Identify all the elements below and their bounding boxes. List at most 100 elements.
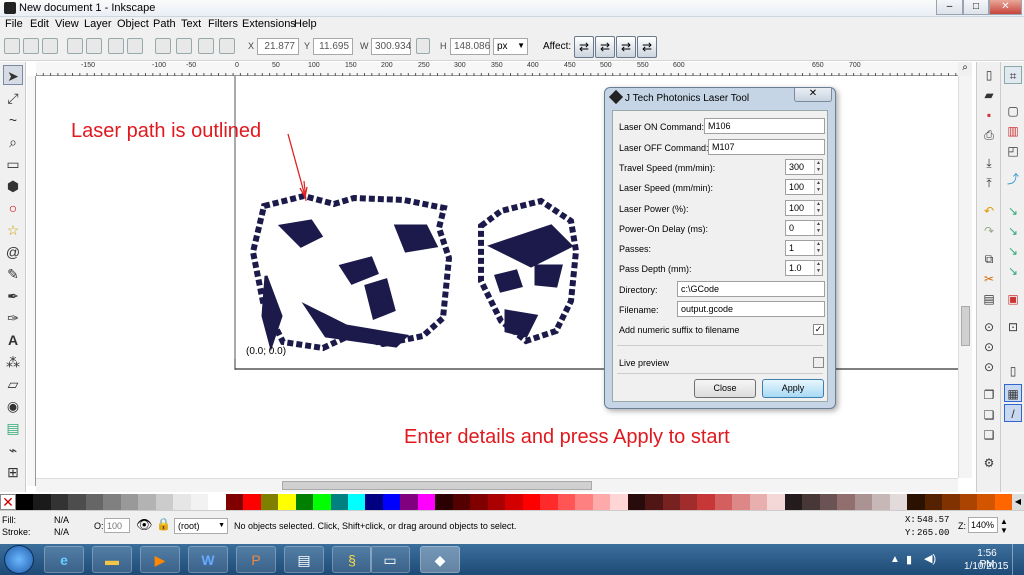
eraser-tool-icon[interactable]: ▱	[3, 374, 23, 394]
powerpoint-taskbar-icon[interactable]: P	[236, 546, 276, 573]
pencil-tool-icon[interactable]: ✎	[3, 264, 23, 284]
live-preview-checkbox[interactable]	[813, 357, 824, 368]
spin-arrows-icon[interactable]: ▲ ▼	[814, 261, 822, 275]
connector-tool-icon[interactable]: ⊞	[3, 462, 23, 482]
color-swatch[interactable]	[365, 494, 384, 510]
snap-paths-icon[interactable]: ↘	[1004, 202, 1022, 220]
color-swatch[interactable]	[714, 494, 733, 510]
suffix-checkbox[interactable]: ✓	[813, 324, 824, 335]
color-swatch[interactable]	[103, 494, 122, 510]
color-swatch[interactable]	[278, 494, 297, 510]
flip-vertical-icon[interactable]	[127, 38, 143, 54]
color-swatch[interactable]	[924, 494, 943, 510]
lower-icon[interactable]	[198, 38, 214, 54]
menu-object[interactable]: Object	[117, 18, 149, 30]
snap-page-icon[interactable]: ▯	[1004, 362, 1022, 380]
color-swatch[interactable]	[260, 494, 279, 510]
snap-midpoints-icon[interactable]: ▣	[1004, 290, 1022, 308]
laser-power-spinbox[interactable]: 100 ▲ ▼	[785, 200, 823, 216]
clock-date[interactable]: 1/10/2015	[964, 561, 1009, 572]
color-swatch[interactable]	[837, 494, 856, 510]
color-swatch[interactable]	[435, 494, 454, 510]
menu-help[interactable]: Help	[294, 18, 317, 30]
color-swatch[interactable]	[959, 494, 978, 510]
color-swatch[interactable]	[872, 494, 891, 510]
zoom-tool-icon[interactable]: ⌕	[3, 132, 23, 152]
snap-bbox-corner-icon[interactable]: ◰	[1004, 142, 1022, 160]
horizontal-scroll-thumb[interactable]	[282, 481, 592, 490]
dropper-tool-icon[interactable]: ⌁	[3, 440, 23, 460]
color-swatch[interactable]	[50, 494, 69, 510]
color-swatch[interactable]	[313, 494, 332, 510]
snap-nodes-icon[interactable]: ⤴	[1004, 170, 1022, 188]
laser-speed-spinbox[interactable]: 100 ▲ ▼	[785, 179, 823, 195]
pen-tool-icon[interactable]: ✒	[3, 286, 23, 306]
travel-speed-spinbox[interactable]: 300 ▲ ▼	[785, 159, 823, 175]
color-swatch[interactable]	[977, 494, 996, 510]
xml-editor-icon[interactable]: ⚙	[980, 454, 998, 472]
spray-tool-icon[interactable]: ⁂	[3, 352, 23, 372]
w-input[interactable]: 300.934	[371, 38, 411, 55]
color-swatch[interactable]	[138, 494, 157, 510]
lock-layer-icon[interactable]: 🔒	[156, 517, 171, 531]
explorer-taskbar-icon[interactable]: ▬	[92, 546, 132, 573]
x-input[interactable]: 21.877	[257, 38, 299, 55]
copy-icon[interactable]: ⧉	[980, 250, 998, 268]
zoom-spin-icon[interactable]: ▲ ▼	[1000, 517, 1008, 535]
color-swatch[interactable]	[942, 494, 961, 510]
dialog-close-icon[interactable]: ✕	[794, 88, 832, 102]
visibility-eye-icon[interactable]: 👁	[136, 517, 153, 533]
snap-smooth-icon[interactable]: ↘	[1004, 262, 1022, 280]
ellipse-tool-icon[interactable]: ○	[3, 198, 23, 218]
menu-path[interactable]: Path	[153, 18, 176, 30]
raise-icon[interactable]	[176, 38, 192, 54]
color-swatch[interactable]	[557, 494, 576, 510]
menu-view[interactable]: View	[55, 18, 79, 30]
color-swatch[interactable]	[382, 494, 401, 510]
app-taskbar-icon[interactable]: ▤	[284, 546, 324, 573]
color-swatch[interactable]	[645, 494, 664, 510]
color-swatch[interactable]	[592, 494, 611, 510]
pass-depth-spinbox[interactable]: 1.0 ▲ ▼	[785, 260, 823, 276]
paste-icon[interactable]: ▤	[980, 290, 998, 308]
lock-icon[interactable]	[416, 38, 430, 54]
inkscape-taskbar-icon[interactable]: ◆	[420, 546, 460, 573]
export-icon[interactable]: ⤒	[980, 174, 998, 192]
power-delay-spinbox[interactable]: 0 ▲ ▼	[785, 220, 823, 236]
snap-grids-icon[interactable]: ▦	[1004, 384, 1022, 402]
unit-select[interactable]: px ▼	[493, 38, 528, 55]
snap-toggle-icon[interactable]: ⌗	[1004, 66, 1022, 84]
color-swatch[interactable]	[784, 494, 803, 510]
color-swatch[interactable]	[452, 494, 471, 510]
selector-tool-icon[interactable]: ➤	[3, 65, 23, 85]
node-tool-icon[interactable]: ⤢	[3, 88, 23, 108]
zoom-input[interactable]: 140%	[968, 517, 998, 533]
snap-bbox-edge-icon[interactable]: ▥	[1004, 122, 1022, 140]
zoom-corner-icon[interactable]: ⌕	[958, 62, 972, 76]
color-swatch[interactable]	[680, 494, 698, 510]
color-swatch[interactable]	[208, 494, 227, 510]
menu-text[interactable]: Text	[181, 18, 201, 30]
color-swatch[interactable]	[662, 494, 681, 510]
h-input[interactable]: 148.086	[450, 38, 490, 55]
media-player-taskbar-icon[interactable]: ▶	[140, 546, 180, 573]
affect-stroke-width-button[interactable]: ⇄	[574, 36, 594, 58]
unlink-clone-icon[interactable]: ❑	[980, 426, 998, 444]
color-swatch[interactable]	[749, 494, 768, 510]
passes-spinbox[interactable]: 1 ▲ ▼	[785, 240, 823, 256]
maximize-button[interactable]: □	[963, 0, 989, 15]
directory-input[interactable]: c:\GCode	[677, 281, 825, 297]
rectangle-tool-icon[interactable]: ▭	[3, 154, 23, 174]
layer-select[interactable]: (root) ▼	[174, 518, 228, 534]
open-icon[interactable]: ▰	[980, 86, 998, 104]
paint-bucket-tool-icon[interactable]: ◉	[3, 396, 23, 416]
color-swatch[interactable]	[907, 494, 926, 510]
color-swatch[interactable]	[33, 494, 52, 510]
color-swatch[interactable]	[348, 494, 366, 510]
color-swatch[interactable]	[697, 494, 716, 510]
menu-layer[interactable]: Layer	[84, 18, 112, 30]
color-swatch[interactable]	[225, 494, 244, 510]
word-taskbar-icon[interactable]: W	[188, 546, 228, 573]
select-all-layers-icon[interactable]	[23, 38, 39, 54]
text-tool-icon[interactable]: A	[3, 330, 23, 350]
